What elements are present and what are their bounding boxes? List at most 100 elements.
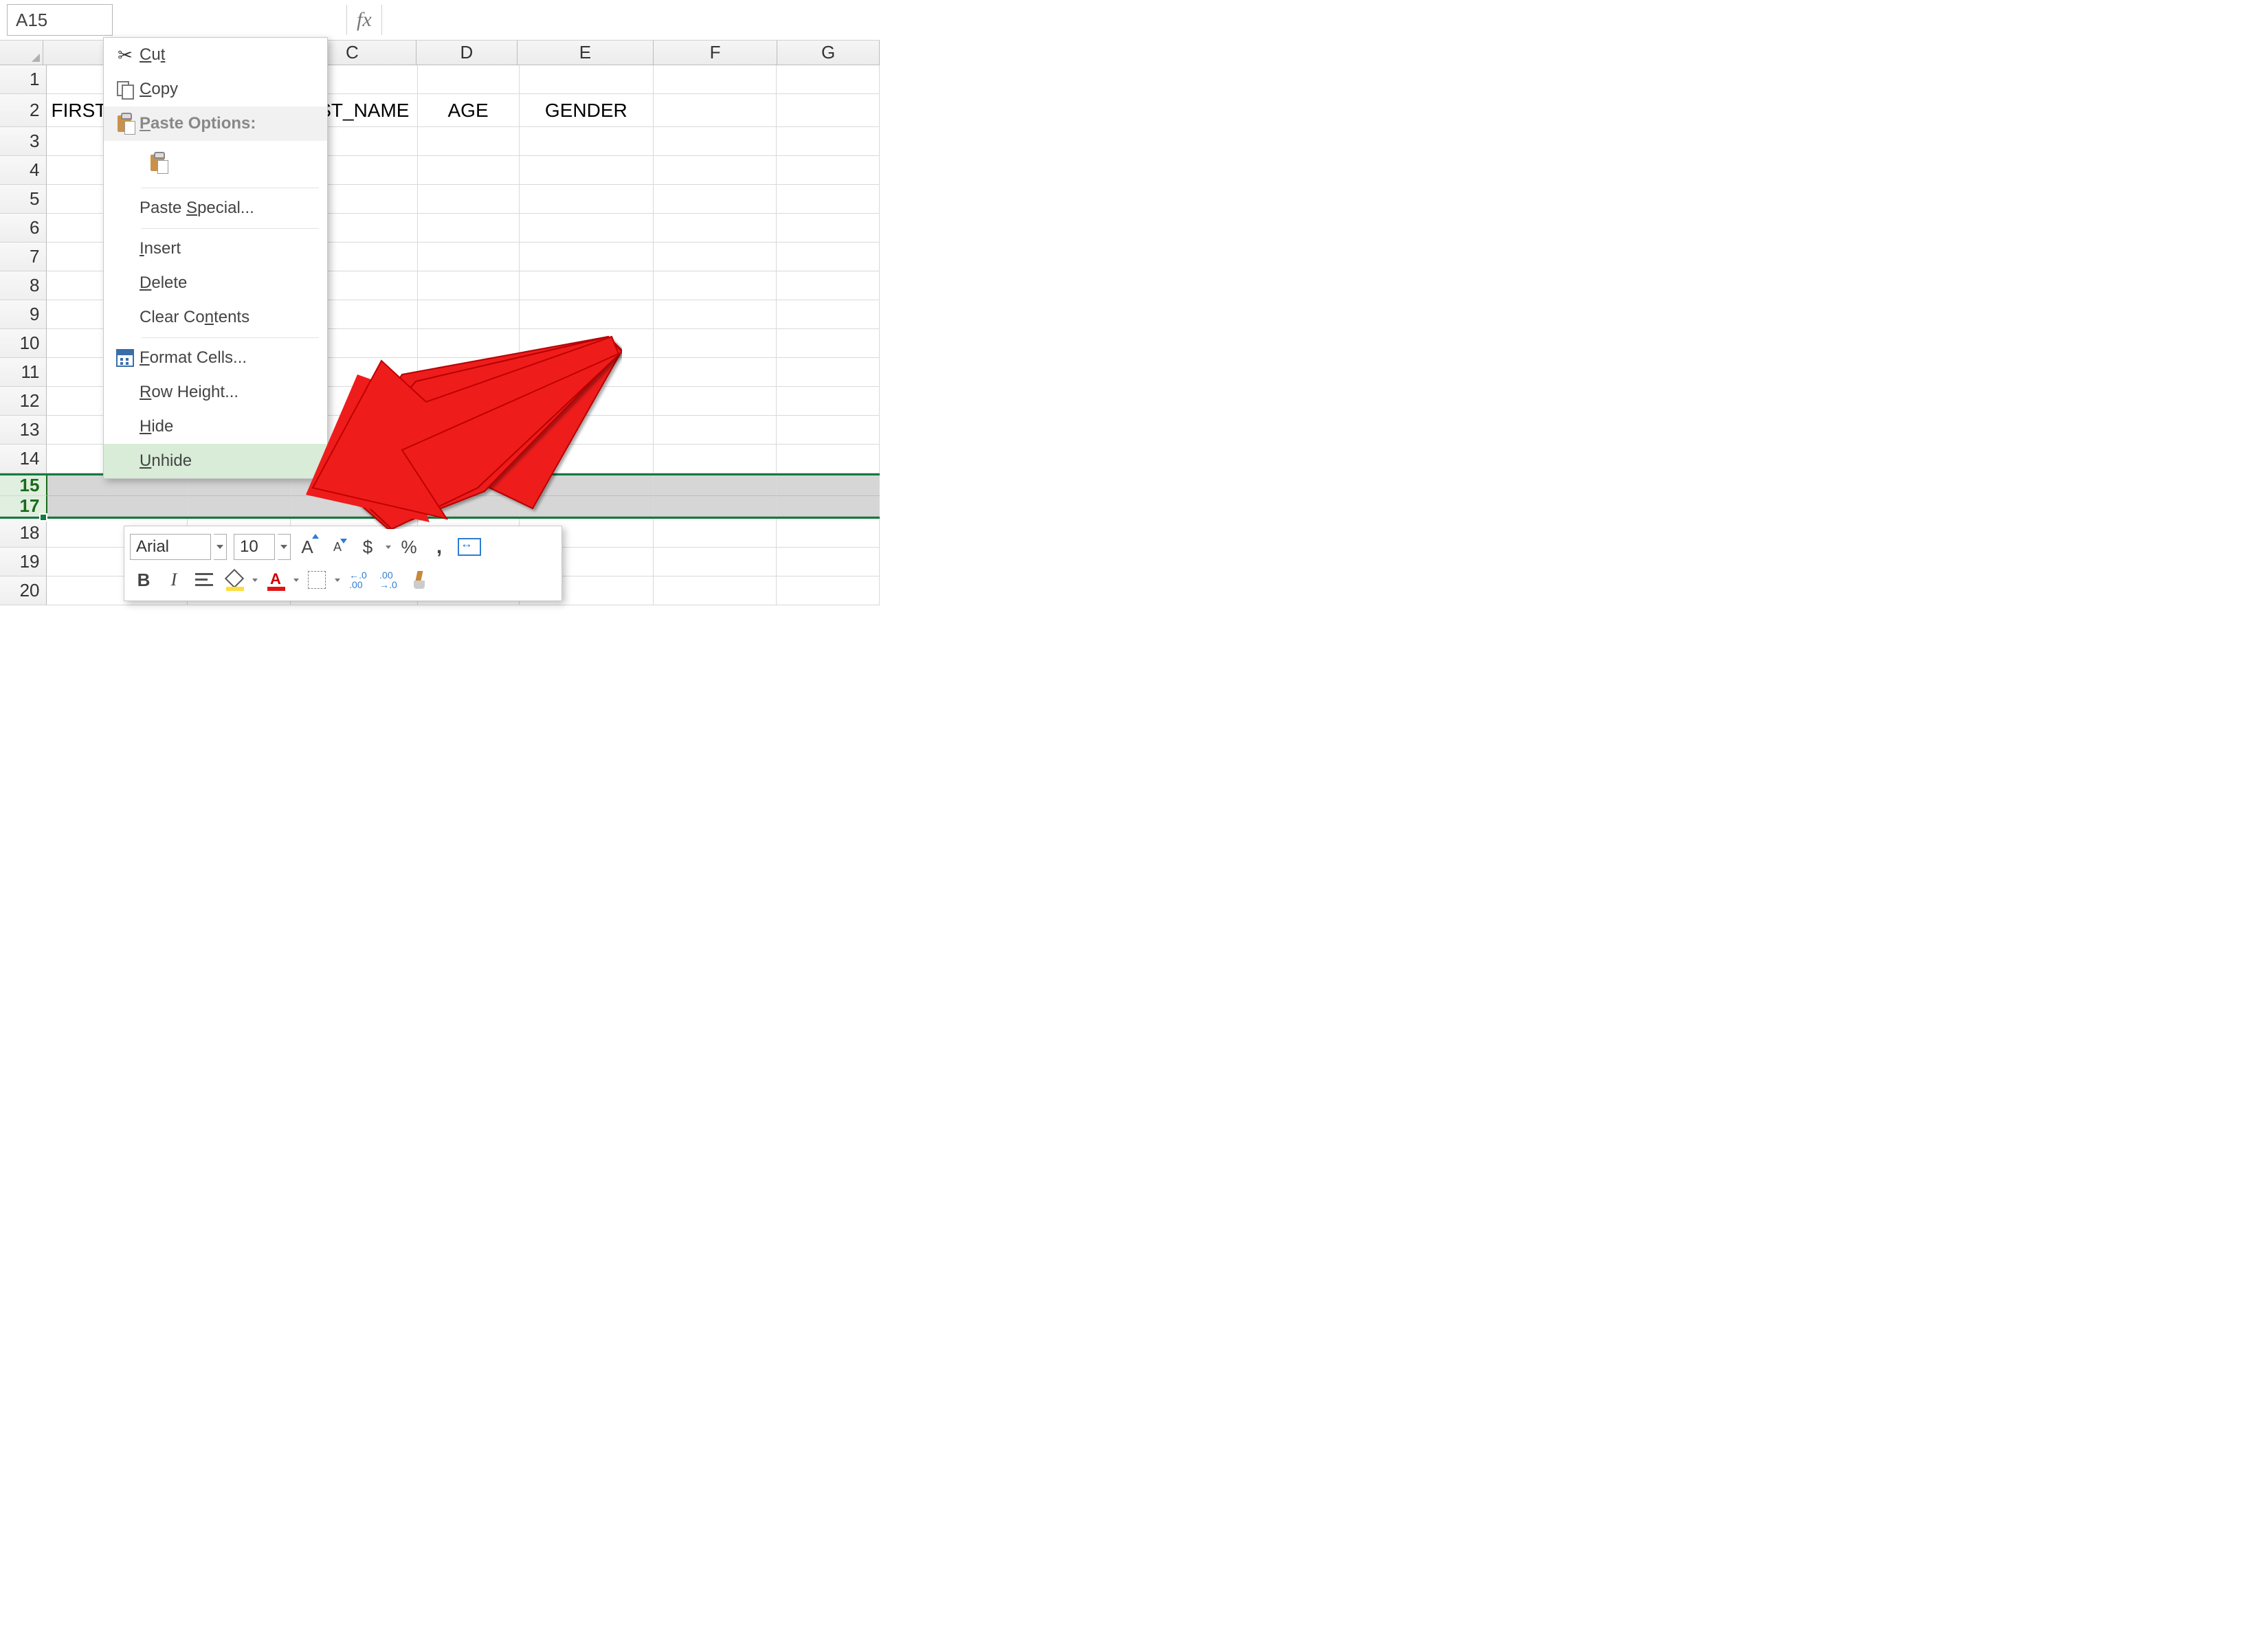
font-size-input[interactable]: 10 [234, 534, 275, 560]
menu-insert[interactable]: Insert [104, 232, 327, 266]
menu-clear-contents[interactable]: Clear Contents [104, 300, 327, 335]
cell[interactable] [654, 496, 777, 517]
cell[interactable] [654, 387, 777, 416]
cell[interactable] [520, 243, 654, 271]
row-header[interactable]: 4 [0, 156, 47, 185]
menu-hide[interactable]: Hide [104, 410, 327, 444]
col-header-e[interactable]: E [518, 41, 654, 65]
cell[interactable] [777, 214, 880, 243]
cell-e2[interactable]: GENDER [520, 94, 654, 127]
cell[interactable] [520, 300, 654, 329]
cell[interactable] [654, 358, 777, 387]
fill-handle[interactable] [41, 515, 46, 520]
cell[interactable] [654, 475, 777, 496]
accounting-dropdown[interactable] [384, 546, 392, 549]
fill-color-dropdown[interactable] [251, 579, 259, 582]
font-color-button[interactable]: A [262, 566, 289, 594]
cell[interactable] [520, 358, 654, 387]
align-button[interactable] [190, 566, 218, 594]
paste-default-button[interactable] [141, 146, 175, 180]
col-header-d[interactable]: D [416, 41, 518, 65]
font-name-input[interactable]: Arial [130, 534, 211, 560]
cell[interactable] [418, 185, 520, 214]
cell[interactable] [777, 548, 880, 576]
cell[interactable] [520, 445, 654, 473]
cell[interactable] [777, 156, 880, 185]
row-header[interactable]: 10 [0, 329, 47, 358]
formula-bar-input[interactable] [381, 0, 880, 30]
cell[interactable] [418, 358, 520, 387]
row-header[interactable]: 11 [0, 358, 47, 387]
cell[interactable] [777, 445, 880, 473]
cell[interactable] [47, 496, 188, 517]
percent-format-button[interactable]: % [395, 533, 423, 561]
cell[interactable] [777, 576, 880, 605]
row-header[interactable]: 2 [0, 94, 47, 127]
bold-button[interactable]: B [130, 566, 157, 594]
fill-color-button[interactable] [221, 566, 248, 594]
cell[interactable] [520, 185, 654, 214]
menu-copy[interactable]: Copy [104, 72, 327, 106]
accounting-format-button[interactable]: $ [354, 533, 381, 561]
cell[interactable] [520, 475, 654, 496]
menu-unhide[interactable]: Unhide [104, 444, 327, 478]
cell[interactable] [654, 329, 777, 358]
row-header[interactable]: 20 [0, 576, 47, 605]
cell[interactable] [654, 243, 777, 271]
font-name-dropdown[interactable] [214, 534, 227, 560]
cell[interactable] [777, 329, 880, 358]
cell[interactable] [418, 300, 520, 329]
cell[interactable] [777, 65, 880, 94]
row-header-selected[interactable]: 17 [0, 496, 47, 517]
name-box[interactable]: A15 [7, 4, 113, 36]
shrink-font-button[interactable]: A [324, 533, 351, 561]
cell[interactable] [777, 127, 880, 156]
cell[interactable] [777, 271, 880, 300]
cell[interactable] [777, 387, 880, 416]
increase-decimal-button[interactable]: ←.0.00 [344, 566, 372, 594]
borders-button[interactable] [303, 566, 331, 594]
cell[interactable] [654, 94, 777, 127]
cell[interactable] [418, 445, 520, 473]
cell[interactable] [654, 300, 777, 329]
cell[interactable] [654, 214, 777, 243]
col-header-f[interactable]: F [654, 41, 777, 65]
cell[interactable] [777, 416, 880, 445]
row-header[interactable]: 3 [0, 127, 47, 156]
cell-d2[interactable]: AGE [418, 94, 520, 127]
cell[interactable] [777, 300, 880, 329]
cell[interactable] [777, 496, 880, 517]
borders-dropdown[interactable] [333, 579, 342, 582]
cell[interactable] [777, 243, 880, 271]
cell[interactable] [520, 214, 654, 243]
cell[interactable] [654, 416, 777, 445]
cell[interactable] [520, 496, 654, 517]
cell[interactable] [654, 519, 777, 548]
comma-format-button[interactable]: , [425, 533, 453, 561]
cell[interactable] [291, 496, 418, 517]
cell[interactable] [777, 519, 880, 548]
cell[interactable] [520, 387, 654, 416]
row-header[interactable]: 8 [0, 271, 47, 300]
row-header[interactable]: 9 [0, 300, 47, 329]
row-header[interactable]: 7 [0, 243, 47, 271]
italic-button[interactable]: I [160, 566, 188, 594]
cell[interactable] [520, 127, 654, 156]
decrease-decimal-button[interactable]: .00→.0 [375, 566, 402, 594]
format-painter-button[interactable] [405, 566, 432, 594]
cell[interactable] [418, 243, 520, 271]
merge-center-button[interactable] [456, 533, 483, 561]
row-header[interactable]: 5 [0, 185, 47, 214]
row-header[interactable]: 12 [0, 387, 47, 416]
cell[interactable] [418, 271, 520, 300]
cell[interactable] [654, 65, 777, 94]
cell[interactable] [188, 496, 291, 517]
cell[interactable] [777, 94, 880, 127]
grow-font-button[interactable]: A [293, 533, 321, 561]
menu-format-cells[interactable]: Format Cells... [104, 341, 327, 375]
cell[interactable] [520, 416, 654, 445]
cell[interactable] [654, 548, 777, 576]
cell[interactable] [418, 416, 520, 445]
cell[interactable] [520, 271, 654, 300]
cell[interactable] [418, 496, 520, 517]
